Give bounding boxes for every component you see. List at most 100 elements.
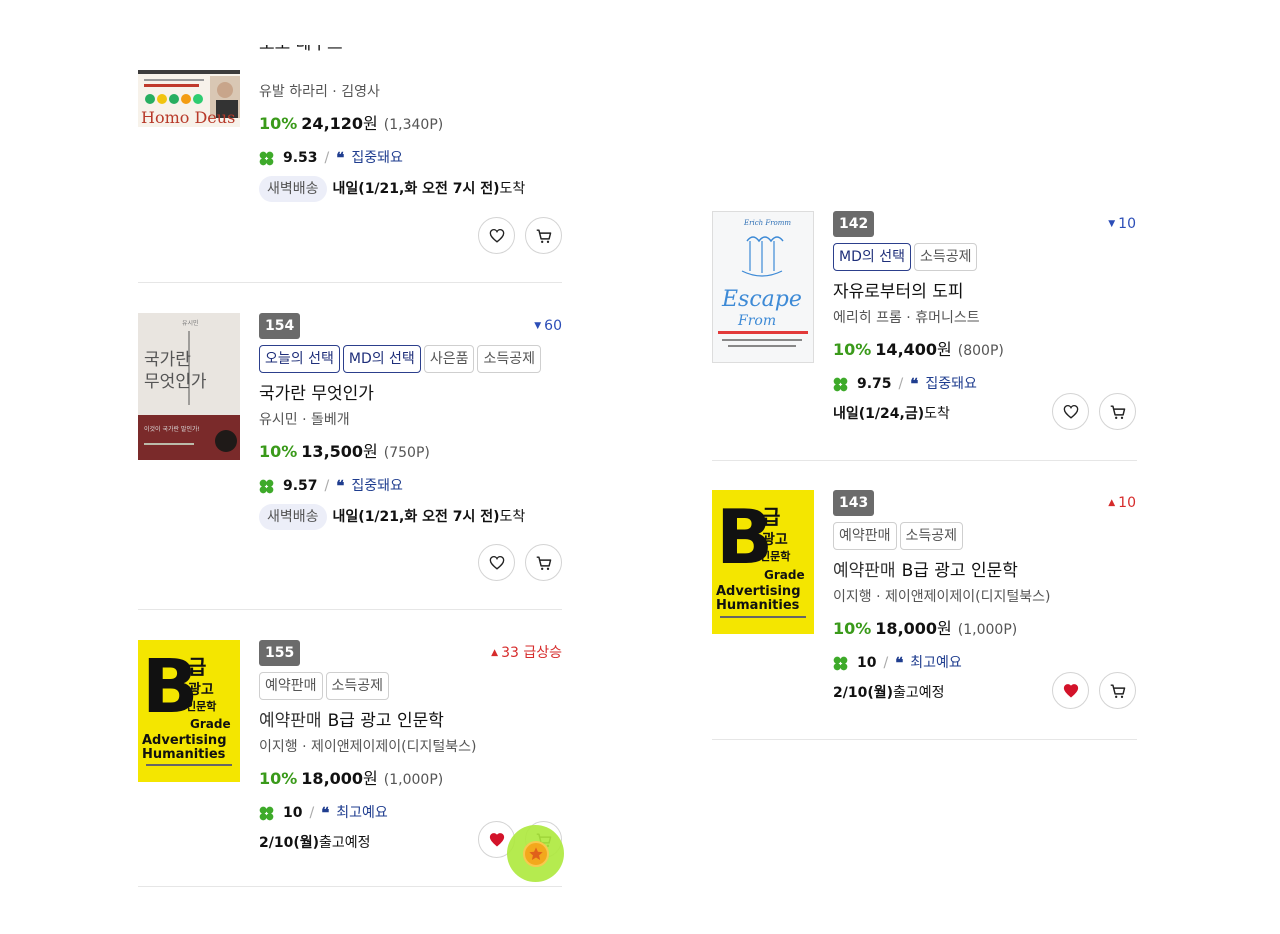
item-divider	[712, 739, 1137, 740]
svg-text:Advertising: Advertising	[716, 584, 801, 599]
currency-unit: 원	[363, 114, 378, 133]
item-divider	[712, 460, 1137, 461]
tag-tax-deduction: 소득공제	[899, 522, 964, 550]
book-cover[interactable]: B 급 광고 인문학 Grade Advertising Humanities	[138, 640, 240, 782]
item-actions	[1052, 393, 1136, 430]
rank-change: ▼ 10	[1108, 215, 1136, 235]
currency-unit: 원	[363, 442, 378, 461]
book-title[interactable]: 호모 데우스	[259, 45, 562, 69]
quote-icon: ❝	[336, 477, 345, 495]
item-divider	[138, 886, 562, 887]
tag-preorder: 예약판매	[833, 522, 897, 550]
book-title[interactable]: 자유로부터의 도피	[833, 281, 1136, 303]
wishlist-button-active[interactable]	[1052, 672, 1089, 709]
heart-icon	[489, 555, 504, 570]
add-to-cart-button[interactable]	[525, 217, 562, 254]
delivery-suffix: 도착	[499, 509, 526, 525]
svg-text:유시민: 유시민	[182, 319, 199, 327]
add-to-cart-button[interactable]	[1099, 672, 1136, 709]
release-date: 2/10(월)	[259, 835, 320, 851]
quote-icon: ❝	[895, 654, 904, 672]
book-item-b-grade-right: B 급 광고 인문학 Grade Advertising Humanities …	[712, 490, 1136, 720]
wishlist-button[interactable]	[1052, 393, 1089, 430]
discount-rate: 10%	[259, 114, 298, 133]
clover-icon	[833, 656, 848, 670]
book-author[interactable]: 이지행 · 제이앤제이제이(디지털북스)	[833, 588, 1136, 606]
heart-icon	[489, 228, 504, 243]
rank-row: 155 ▲ 33 급상승	[259, 640, 562, 666]
rating-separator: /	[324, 150, 330, 166]
point-amount: (1,000P)	[957, 622, 1018, 638]
discount-rate: 10%	[259, 769, 298, 788]
star-icon	[528, 846, 543, 860]
book-cover[interactable]: Homo Deus	[138, 70, 240, 127]
book-cover[interactable]: Erich Fromm Escape From	[712, 211, 814, 363]
add-to-cart-button[interactable]	[1099, 393, 1136, 430]
rank-up-arrow-icon: ▲	[1108, 498, 1116, 508]
cart-icon	[1110, 404, 1125, 419]
svg-text:Grade: Grade	[190, 717, 231, 731]
book-title[interactable]: 예약판매 B급 광고 인문학	[833, 560, 1136, 582]
rating-row: 10 / ❝ 최고예요	[259, 804, 562, 822]
book-title[interactable]: 예약판매 B급 광고 인문학	[259, 710, 562, 732]
book-author[interactable]: 유발 하라리 · 김영사	[259, 83, 562, 101]
sale-price: 18,000	[301, 769, 364, 788]
svg-text:Humanities: Humanities	[716, 598, 800, 613]
review-keyword[interactable]: 집중돼요	[351, 149, 403, 167]
discount-rate: 10%	[833, 340, 872, 359]
tag-list: 예약판매 소득공제	[259, 672, 562, 700]
book-cover[interactable]: B 급 광고 인문학 Grade Advertising Humanities	[712, 490, 814, 634]
review-keyword[interactable]: 최고예요	[910, 654, 962, 672]
rating-score: 9.57	[283, 478, 318, 494]
rank-badge: 142	[833, 211, 875, 237]
rank-change-value: 10	[1118, 495, 1136, 511]
svg-text:무엇인가: 무엇인가	[144, 372, 207, 392]
book-author[interactable]: 유시민 · 돌베개	[259, 411, 562, 429]
homo-deus-cover-art: Homo Deus	[138, 70, 240, 127]
book-author[interactable]: 이지행 · 제이앤제이제이(디지털북스)	[259, 738, 562, 756]
title-text: B급 광고 인문학	[901, 561, 1018, 581]
tag-gift: 사은품	[423, 345, 475, 373]
rating-separator: /	[309, 805, 315, 821]
svg-text:Erich Fromm: Erich Fromm	[743, 219, 791, 227]
wishlist-button[interactable]	[478, 544, 515, 581]
floating-reward-button[interactable]	[507, 825, 564, 882]
escape-cover-art: Erich Fromm Escape From	[712, 211, 814, 363]
price-row: 10% 13,500원 (750P)	[259, 441, 562, 464]
svg-text:인문학: 인문학	[186, 699, 216, 713]
rating-separator: /	[898, 376, 904, 392]
cart-icon	[536, 228, 551, 243]
review-keyword[interactable]: 최고예요	[336, 804, 388, 822]
svg-text:이것이 국가란 말인가!: 이것이 국가란 말인가!	[144, 425, 200, 433]
book-cover[interactable]: 유시민 국가란 무엇인가 이것이 국가란 말인가!	[138, 313, 240, 460]
point-amount: (1,340P)	[383, 117, 444, 133]
add-to-cart-button[interactable]	[525, 544, 562, 581]
review-keyword[interactable]: 집중돼요	[925, 375, 977, 393]
cart-icon	[1110, 683, 1125, 698]
rating-score: 9.53	[283, 150, 318, 166]
svg-text:From: From	[737, 313, 776, 329]
coin-star-icon	[522, 840, 549, 867]
rating-row: 9.75 / ❝ 집중돼요	[833, 375, 1136, 393]
rank-change: ▲ 10	[1108, 494, 1136, 514]
price-row: 10% 14,400원 (800P)	[833, 339, 1136, 362]
book-author[interactable]: 에리히 프롬 · 휴머니스트	[833, 309, 1136, 327]
svg-text:Grade: Grade	[764, 568, 805, 582]
clover-icon	[259, 479, 274, 493]
rating-score: 9.75	[857, 376, 892, 392]
price-row: 10% 18,000원 (1,000P)	[833, 618, 1136, 641]
currency-unit: 원	[363, 769, 378, 788]
book-title[interactable]: 국가란 무엇인가	[259, 383, 562, 405]
point-amount: (800P)	[957, 343, 1004, 359]
price-row: 10% 18,000원 (1,000P)	[259, 768, 562, 791]
delivery-row: 새벽배송 내일(1/21,화 오전 7시 전) 도착	[259, 504, 562, 530]
wishlist-button[interactable]	[478, 217, 515, 254]
rank-badge: 155	[259, 640, 301, 666]
tag-today-pick: 오늘의 선택	[259, 345, 340, 373]
rating-row: 9.57 / ❝ 집중돼요	[259, 477, 562, 495]
rank-down-arrow-icon: ▼	[1108, 219, 1116, 229]
rating-score: 10	[283, 805, 303, 821]
svg-text:Homo Deus: Homo Deus	[141, 108, 235, 127]
review-keyword[interactable]: 집중돼요	[351, 477, 403, 495]
tag-md-pick: MD의 선택	[833, 243, 911, 271]
